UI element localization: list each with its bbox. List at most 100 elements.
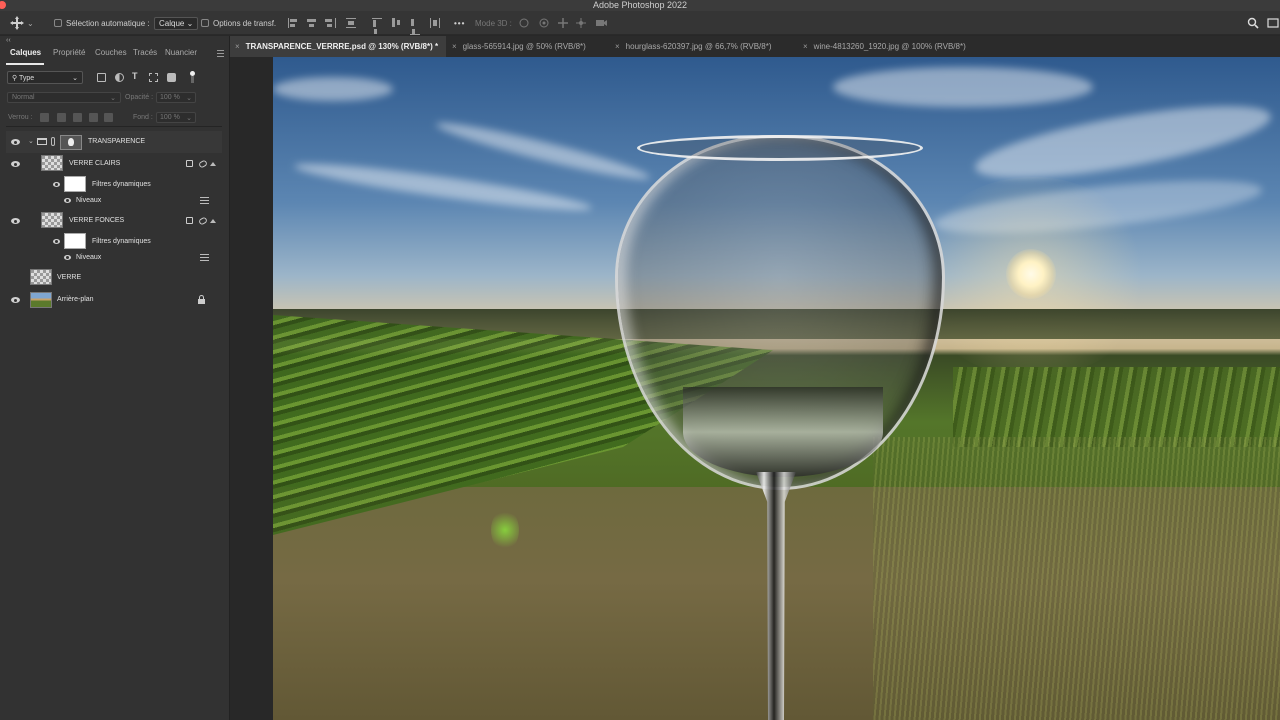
wine-glass-base-of-bowl	[683, 387, 883, 477]
distribute-icon[interactable]	[346, 18, 357, 28]
visibility-eye-icon[interactable]	[11, 139, 20, 145]
search-icon[interactable]	[1247, 11, 1259, 35]
layer-name: VERRE FONCES	[69, 217, 125, 224]
doc-tab-hourglass[interactable]: × hourglass-620397.jpg @ 66,7% (RVB/8*)	[615, 36, 772, 57]
options-bar: ⌄ Sélection automatique : Calque ⌄ Optio…	[0, 11, 1280, 35]
panel-tab-bar: Calques Propriété Couches Tracés Nuancie…	[0, 36, 230, 66]
layer-row[interactable]: ⌄ TRANSPARENCE	[6, 131, 222, 153]
lock-artboard-icon[interactable]	[89, 113, 98, 122]
search-icon: ⚲	[12, 75, 18, 82]
visibility-eye-icon[interactable]	[53, 182, 60, 187]
layer-name: Filtres dynamiques	[92, 181, 151, 188]
close-tab-icon[interactable]: ×	[235, 42, 240, 51]
panel-menu-icon[interactable]	[217, 50, 224, 59]
tab-properties[interactable]: Propriété	[53, 48, 85, 57]
layer-row[interactable]: VERRE FONCES	[6, 210, 222, 232]
tab-paths[interactable]: Tracés	[133, 48, 157, 57]
doc-tab-wine[interactable]: × wine-4813260_1920.jpg @ 100% (RVB/8*)	[803, 36, 966, 57]
auto-select-dropdown[interactable]: Calque ⌄	[154, 11, 199, 35]
distribute-v-icon[interactable]	[430, 18, 441, 28]
auto-select-label: Sélection automatique :	[66, 18, 150, 28]
3d-camera-icon[interactable]	[595, 11, 607, 35]
layer-row[interactable]: Filtres dynamiques	[6, 175, 222, 193]
lock-brush-icon[interactable]	[57, 113, 66, 122]
workspace-icon[interactable]	[1267, 11, 1279, 35]
3d-roll-icon[interactable]	[538, 11, 550, 35]
transform-options-checkbox[interactable]: Options de transf.	[201, 11, 276, 35]
divider	[6, 126, 222, 127]
visibility-toggle-empty[interactable]	[11, 275, 20, 281]
visibility-eye-icon[interactable]	[11, 297, 20, 303]
3d-pan-icon[interactable]	[557, 11, 569, 35]
filter-toggle-switch[interactable]	[189, 71, 196, 83]
opacity-label: Opacité :	[125, 94, 154, 101]
visibility-eye-icon[interactable]	[64, 198, 71, 203]
doc-tab-transparence[interactable]: × TRANSPARENCE_VERRRE.psd @ 130% (RVB/8*…	[230, 36, 446, 57]
close-tab-icon[interactable]: ×	[615, 42, 620, 51]
lock-all-icon[interactable]	[104, 113, 113, 122]
layer-filter-dropdown[interactable]: ⚲ Type ⌄	[7, 71, 83, 84]
align-bottom-icon[interactable]	[410, 18, 421, 35]
doc-tab-label: wine-4813260_1920.jpg @ 100% (RVB/8*)	[813, 42, 966, 51]
visibility-eye-icon[interactable]	[53, 239, 60, 244]
filter-blending-options-icon[interactable]	[200, 197, 209, 204]
document-canvas[interactable]	[273, 57, 1280, 720]
cloud-shape	[434, 115, 652, 187]
layer-thumbnail	[41, 212, 63, 228]
chevron-down-icon[interactable]: ⌄	[28, 137, 34, 145]
layer-thumbnail	[41, 155, 63, 171]
layer-row[interactable]: Niveaux	[6, 193, 222, 208]
filter-effects-icon[interactable]	[198, 216, 208, 226]
filter-effects-icon[interactable]	[198, 159, 208, 169]
close-tab-icon[interactable]: ×	[452, 42, 457, 51]
lock-transparent-icon[interactable]	[40, 113, 49, 122]
fill-label: Fond :	[133, 114, 153, 121]
lock-icon	[198, 295, 205, 304]
more-options-button[interactable]: •••	[454, 11, 465, 35]
layer-name: VERRE	[57, 274, 82, 281]
chevron-down-icon: ⌄	[186, 18, 194, 28]
tab-channels[interactable]: Couches	[95, 48, 127, 57]
align-center-h-icon[interactable]	[307, 18, 318, 28]
move-tool-icon[interactable]: ⌄	[10, 11, 34, 35]
vineyard-rows-right	[953, 367, 1280, 447]
filter-type-icon[interactable]: T	[132, 71, 141, 81]
close-tab-icon[interactable]: ×	[803, 42, 808, 51]
visibility-eye-icon[interactable]	[11, 218, 20, 224]
filter-mask-thumbnail	[64, 233, 86, 249]
layer-name: TRANSPARENCE	[88, 138, 146, 145]
3d-orbit-icon[interactable]	[518, 11, 530, 35]
filter-adjustment-icon[interactable]	[115, 73, 124, 82]
filter-blending-options-icon[interactable]	[200, 254, 209, 261]
filter-smart-object-icon[interactable]	[167, 73, 176, 82]
3d-slide-icon[interactable]	[575, 11, 587, 35]
lock-move-icon[interactable]	[73, 113, 82, 122]
layer-row[interactable]: VERRE CLAIRS	[6, 153, 222, 175]
blend-mode-value: Normal	[12, 94, 35, 101]
chevron-up-icon[interactable]	[210, 219, 216, 223]
layer-thumbnail	[30, 292, 52, 308]
align-right-icon[interactable]	[325, 18, 336, 28]
grass-field	[873, 437, 1280, 720]
align-middle-v-icon[interactable]	[391, 18, 402, 28]
align-top-icon[interactable]	[372, 18, 383, 34]
chevron-down-icon: ⌄	[186, 95, 192, 102]
fill-input[interactable]: 100 % ⌄	[156, 112, 196, 123]
filter-pixel-icon[interactable]	[97, 73, 106, 82]
filter-shape-icon[interactable]	[149, 73, 158, 82]
align-left-icon[interactable]	[288, 18, 299, 28]
layer-row[interactable]: Niveaux	[6, 250, 222, 265]
tab-swatches[interactable]: Nuancier	[165, 48, 197, 57]
visibility-eye-icon[interactable]	[64, 255, 71, 260]
auto-select-checkbox[interactable]: Sélection automatique :	[54, 11, 150, 35]
layer-row[interactable]: VERRE	[6, 267, 222, 289]
visibility-eye-icon[interactable]	[11, 161, 20, 167]
layer-row[interactable]: Arrière-plan	[6, 289, 222, 311]
blend-mode-dropdown[interactable]: Normal ⌄	[7, 92, 121, 103]
doc-tab-glass[interactable]: × glass-565914.jpg @ 50% (RVB/8*)	[452, 36, 586, 57]
opacity-input[interactable]: 100 % ⌄	[156, 92, 196, 103]
tab-layers[interactable]: Calques	[10, 48, 41, 57]
layer-row[interactable]: Filtres dynamiques	[6, 232, 222, 250]
chevron-up-icon[interactable]	[210, 162, 216, 166]
doc-tab-label: hourglass-620397.jpg @ 66,7% (RVB/8*)	[625, 42, 772, 51]
